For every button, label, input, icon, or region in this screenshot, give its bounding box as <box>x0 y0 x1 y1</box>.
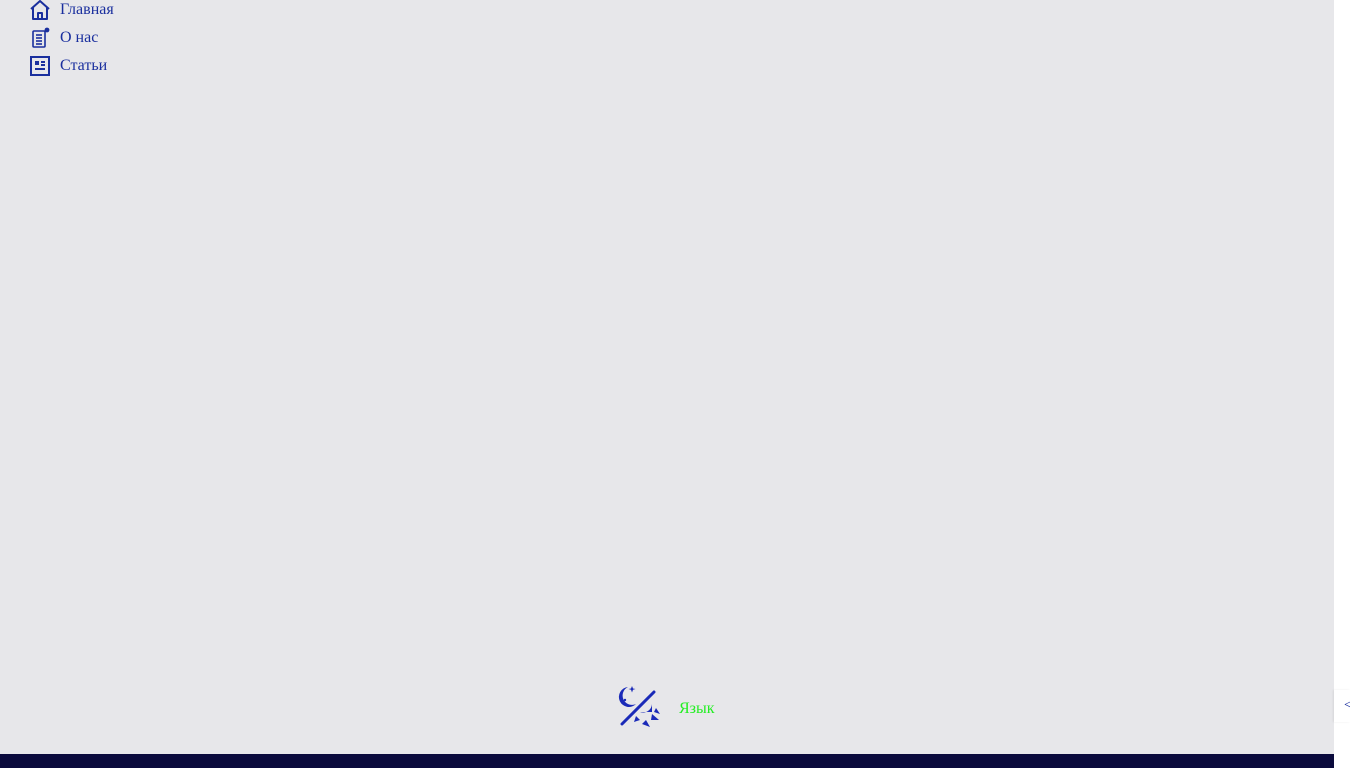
sidebar-item-home[interactable]: Главная <box>28 0 114 24</box>
footer-bar <box>0 754 1334 768</box>
sidebar-item-label: О нас <box>60 29 99 46</box>
sidebar-nav: Главная О нас Статьи <box>28 0 114 80</box>
page: Главная О нас Статьи Язык < <box>0 0 1350 768</box>
home-icon <box>28 0 52 22</box>
chevron-left-icon: < <box>1344 698 1350 713</box>
sidebar-item-label: Главная <box>60 1 114 18</box>
sidebar-item-about[interactable]: О нас <box>28 24 114 52</box>
sidebar-bottom-controls: Язык <box>616 684 715 728</box>
sidebar-collapse-button[interactable]: < <box>1334 690 1350 722</box>
document-info-icon <box>28 26 52 50</box>
sidebar-item-articles[interactable]: Статьи <box>28 52 114 80</box>
language-link[interactable]: Язык <box>679 700 715 718</box>
articles-icon <box>28 54 52 78</box>
sidebar-item-label: Статьи <box>60 57 108 74</box>
theme-toggle-icon[interactable] <box>616 684 660 728</box>
sidebar: Главная О нас Статьи Язык <box>0 0 1334 754</box>
